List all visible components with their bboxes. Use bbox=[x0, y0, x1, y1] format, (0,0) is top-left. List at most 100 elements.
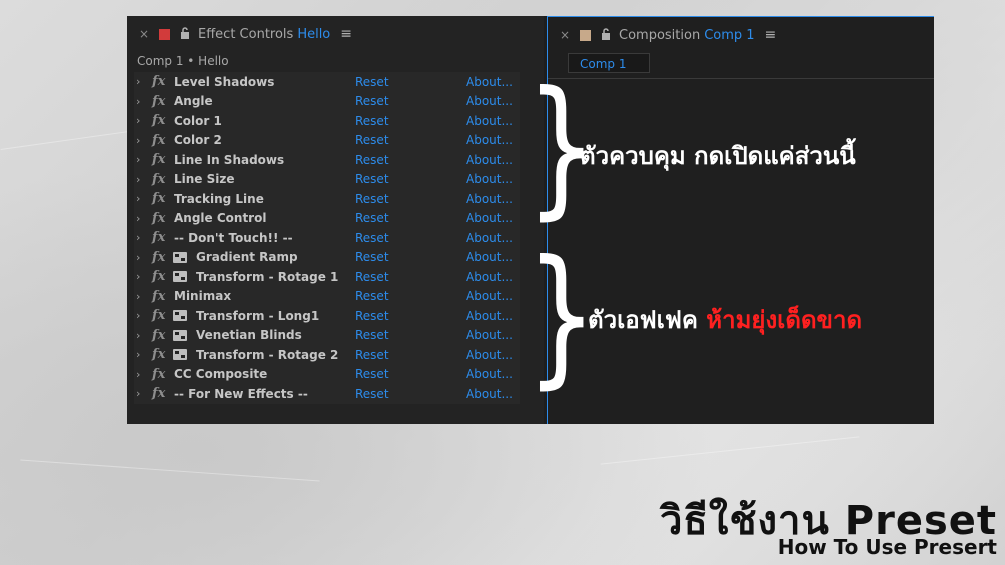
effect-row[interactable]: › fx -- For New Effects -- Reset About... bbox=[134, 384, 520, 404]
fx-toggle-icon[interactable]: fx bbox=[152, 113, 170, 128]
reset-link[interactable]: Reset bbox=[355, 250, 389, 264]
reset-link[interactable]: Reset bbox=[355, 94, 389, 108]
about-link[interactable]: About... bbox=[466, 231, 513, 245]
effect-row[interactable]: › fx Transform - Long1 Reset About... bbox=[134, 306, 520, 326]
reset-link[interactable]: Reset bbox=[355, 348, 389, 362]
expand-chevron-icon[interactable]: › bbox=[136, 212, 148, 225]
expand-chevron-icon[interactable]: › bbox=[136, 387, 148, 400]
about-link[interactable]: About... bbox=[466, 289, 513, 303]
reset-link[interactable]: Reset bbox=[355, 172, 389, 186]
fx-toggle-icon[interactable]: fx bbox=[152, 308, 170, 323]
panel-menu-icon[interactable]: ≡ bbox=[340, 26, 352, 42]
fx-toggle-icon[interactable]: fx bbox=[152, 269, 170, 284]
effect-row[interactable]: › fx Angle Control Reset About... bbox=[134, 209, 520, 229]
fx-toggle-icon[interactable]: fx bbox=[152, 328, 170, 343]
effect-row[interactable]: › fx Tracking Line Reset About... bbox=[134, 189, 520, 209]
effect-row[interactable]: › fx Color 2 Reset About... bbox=[134, 131, 520, 151]
reset-link[interactable]: Reset bbox=[355, 328, 389, 342]
effect-preset-icon bbox=[173, 329, 187, 341]
expand-chevron-icon[interactable]: › bbox=[136, 95, 148, 108]
panel-menu-icon[interactable]: ≡ bbox=[765, 27, 777, 43]
about-link[interactable]: About... bbox=[466, 114, 513, 128]
about-link[interactable]: About... bbox=[466, 172, 513, 186]
effect-row[interactable]: › fx Line In Shadows Reset About... bbox=[134, 150, 520, 170]
fx-toggle-icon[interactable]: fx bbox=[152, 250, 170, 265]
expand-chevron-icon[interactable]: › bbox=[136, 368, 148, 381]
expand-chevron-icon[interactable]: › bbox=[136, 173, 148, 186]
panel-title: Composition bbox=[619, 27, 701, 43]
fx-toggle-icon[interactable]: fx bbox=[152, 191, 170, 206]
fx-toggle-icon[interactable]: fx bbox=[152, 152, 170, 167]
effect-preset-icon bbox=[173, 349, 187, 361]
fx-toggle-icon[interactable]: fx bbox=[152, 133, 170, 148]
reset-link[interactable]: Reset bbox=[355, 309, 389, 323]
about-link[interactable]: About... bbox=[466, 270, 513, 284]
expand-chevron-icon[interactable]: › bbox=[136, 231, 148, 244]
expand-chevron-icon[interactable]: › bbox=[136, 309, 148, 322]
effect-row[interactable]: › fx Angle Reset About... bbox=[134, 92, 520, 112]
fx-toggle-icon[interactable]: fx bbox=[152, 386, 170, 401]
expand-chevron-icon[interactable]: › bbox=[136, 134, 148, 147]
effect-row[interactable]: › fx Transform - Rotage 2 Reset About... bbox=[134, 345, 520, 365]
expand-chevron-icon[interactable]: › bbox=[136, 75, 148, 88]
effect-controls-tab[interactable]: × Effect Controls Hello ≡ bbox=[127, 16, 544, 52]
expand-chevron-icon[interactable]: › bbox=[136, 114, 148, 127]
fx-toggle-icon[interactable]: fx bbox=[152, 74, 170, 89]
expand-chevron-icon[interactable]: › bbox=[136, 348, 148, 361]
composition-tab[interactable]: × Composition Comp 1 ≡ bbox=[548, 17, 934, 53]
expand-chevron-icon[interactable]: › bbox=[136, 329, 148, 342]
reset-link[interactable]: Reset bbox=[355, 270, 389, 284]
controls-note: ตัวควบคุม กดเปิดแค่ส่วนนี้ bbox=[580, 142, 856, 170]
about-link[interactable]: About... bbox=[466, 387, 513, 401]
reset-link[interactable]: Reset bbox=[355, 289, 389, 303]
about-link[interactable]: About... bbox=[466, 94, 513, 108]
about-link[interactable]: About... bbox=[466, 192, 513, 206]
reset-link[interactable]: Reset bbox=[355, 231, 389, 245]
effect-row[interactable]: › fx Minimax Reset About... bbox=[134, 287, 520, 307]
expand-chevron-icon[interactable]: › bbox=[136, 192, 148, 205]
about-link[interactable]: About... bbox=[466, 367, 513, 381]
about-link[interactable]: About... bbox=[466, 75, 513, 89]
about-link[interactable]: About... bbox=[466, 309, 513, 323]
effect-name: Color 2 bbox=[174, 133, 222, 148]
expand-chevron-icon[interactable]: › bbox=[136, 153, 148, 166]
effect-row[interactable]: › fx Line Size Reset About... bbox=[134, 170, 520, 190]
about-link[interactable]: About... bbox=[466, 133, 513, 147]
reset-link[interactable]: Reset bbox=[355, 114, 389, 128]
about-link[interactable]: About... bbox=[466, 250, 513, 264]
reset-link[interactable]: Reset bbox=[355, 192, 389, 206]
effect-name: Level Shadows bbox=[174, 74, 275, 89]
effect-row[interactable]: › fx Gradient Ramp Reset About... bbox=[134, 248, 520, 268]
about-link[interactable]: About... bbox=[466, 153, 513, 167]
expand-chevron-icon[interactable]: › bbox=[136, 251, 148, 264]
fx-toggle-icon[interactable]: fx bbox=[152, 289, 170, 304]
reset-link[interactable]: Reset bbox=[355, 387, 389, 401]
fx-toggle-icon[interactable]: fx bbox=[152, 347, 170, 362]
reset-link[interactable]: Reset bbox=[355, 367, 389, 381]
effect-row[interactable]: › fx -- Don't Touch!! -- Reset About... bbox=[134, 228, 520, 248]
reset-link[interactable]: Reset bbox=[355, 211, 389, 225]
lock-icon[interactable] bbox=[180, 26, 190, 42]
fx-toggle-icon[interactable]: fx bbox=[152, 172, 170, 187]
expand-chevron-icon[interactable]: › bbox=[136, 270, 148, 283]
effect-row[interactable]: › fx Transform - Rotage 1 Reset About... bbox=[134, 267, 520, 287]
close-icon[interactable]: × bbox=[137, 27, 151, 41]
fx-toggle-icon[interactable]: fx bbox=[152, 367, 170, 382]
expand-chevron-icon[interactable]: › bbox=[136, 290, 148, 303]
reset-link[interactable]: Reset bbox=[355, 75, 389, 89]
close-icon[interactable]: × bbox=[558, 28, 572, 42]
effect-row[interactable]: › fx Level Shadows Reset About... bbox=[134, 72, 520, 92]
effect-row[interactable]: › fx Color 1 Reset About... bbox=[134, 111, 520, 131]
about-link[interactable]: About... bbox=[466, 348, 513, 362]
effect-row[interactable]: › fx Venetian Blinds Reset About... bbox=[134, 326, 520, 346]
fx-toggle-icon[interactable]: fx bbox=[152, 94, 170, 109]
reset-link[interactable]: Reset bbox=[355, 153, 389, 167]
effect-row[interactable]: › fx CC Composite Reset About... bbox=[134, 365, 520, 385]
about-link[interactable]: About... bbox=[466, 328, 513, 342]
effects-note-warning: ห้ามยุ่งเด็ดขาด bbox=[706, 306, 863, 334]
fx-toggle-icon[interactable]: fx bbox=[152, 230, 170, 245]
about-link[interactable]: About... bbox=[466, 211, 513, 225]
lock-icon[interactable] bbox=[601, 27, 611, 43]
fx-toggle-icon[interactable]: fx bbox=[152, 211, 170, 226]
reset-link[interactable]: Reset bbox=[355, 133, 389, 147]
